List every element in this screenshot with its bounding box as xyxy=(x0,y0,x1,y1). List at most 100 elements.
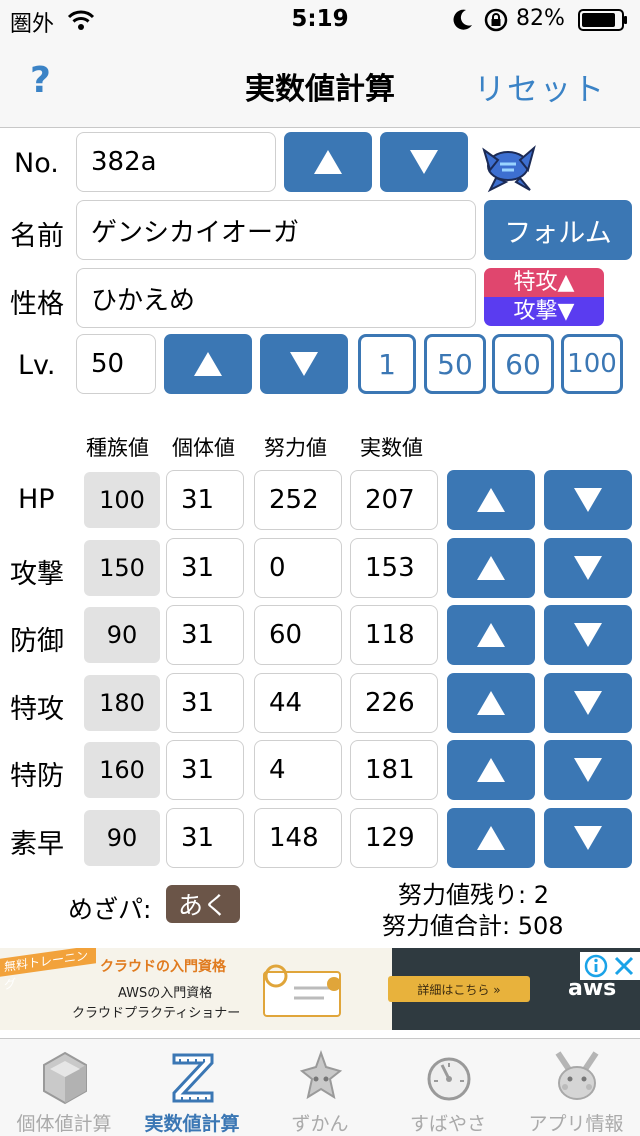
triangle-down-icon xyxy=(290,352,318,376)
hidden-power-label: めざパ: xyxy=(68,895,152,924)
stat-down-button[interactable] xyxy=(544,673,632,733)
pokedex-number-field[interactable]: 382a xyxy=(76,132,276,192)
iv-field[interactable]: 31 xyxy=(166,673,244,733)
stat-down-button[interactable] xyxy=(544,740,632,800)
ruler-z-icon xyxy=(172,1053,214,1103)
ev-field[interactable]: 0 xyxy=(254,538,342,598)
ev-total-text: 努力値合計: 508 xyxy=(382,912,564,940)
iv-field[interactable]: 31 xyxy=(166,808,244,868)
navigation-bar: ? 実数値計算 リセット xyxy=(0,40,640,128)
triangle-down-icon xyxy=(574,488,602,512)
stat-up-button[interactable] xyxy=(447,538,535,598)
tab-actual-calc[interactable]: 実数値計算 xyxy=(128,1039,256,1136)
pokedex-icon xyxy=(299,1050,343,1100)
base-stat-header: 種族値 xyxy=(86,436,149,460)
cube-icon xyxy=(43,1051,87,1105)
moon-icon xyxy=(453,9,472,30)
nature-field[interactable]: ひかえめ xyxy=(76,268,476,328)
stat-label: HP xyxy=(18,484,55,515)
ad-line-2: クラウドプラクティショナー xyxy=(72,1006,241,1021)
triangle-up-icon xyxy=(314,150,342,174)
triangle-up-icon xyxy=(477,488,505,512)
base-stat-value: 90 xyxy=(84,607,160,663)
reset-button[interactable]: リセット xyxy=(474,64,606,109)
actual-stat-field[interactable]: 181 xyxy=(350,740,438,800)
number-up-button[interactable] xyxy=(284,132,372,192)
stat-up-button[interactable] xyxy=(447,470,535,530)
certificate-icon xyxy=(263,964,341,1017)
actual-stat-field[interactable]: 129 xyxy=(350,808,438,868)
stat-label: 特攻 xyxy=(10,694,64,725)
info-icon[interactable] xyxy=(584,954,608,978)
actual-stat-header: 実数値 xyxy=(360,436,423,460)
stat-down-button[interactable] xyxy=(544,470,632,530)
tab-pokedex[interactable]: ずかん xyxy=(256,1039,384,1136)
stat-down-button[interactable] xyxy=(544,538,632,598)
ev-field[interactable]: 252 xyxy=(254,470,342,530)
tab-label: すばやさ xyxy=(409,1113,486,1135)
stat-label: 攻撃 xyxy=(10,559,64,590)
hidden-power-type-badge: あく xyxy=(166,885,240,923)
stat-up-button[interactable] xyxy=(447,740,535,800)
ad-cta-button[interactable]: 詳細はこちら » xyxy=(388,976,530,1002)
tab-app-info[interactable]: アプリ情報 xyxy=(512,1039,640,1136)
nature-down-stat: 攻撃▼ xyxy=(484,297,604,326)
battery-icon xyxy=(578,9,627,31)
pokemon-sprite-icon xyxy=(482,145,536,193)
number-down-button[interactable] xyxy=(380,132,468,192)
stat-up-button[interactable] xyxy=(447,605,535,665)
actual-stat-field[interactable]: 226 xyxy=(350,673,438,733)
iv-field[interactable]: 31 xyxy=(166,605,244,665)
ad-banner[interactable]: 無料トレーニング クラウドの入門資格 AWSの入門資格 クラウドプラクティショナ… xyxy=(0,948,640,1030)
stat-up-button[interactable] xyxy=(447,808,535,868)
actual-stat-field[interactable]: 118 xyxy=(350,605,438,665)
triangle-up-icon xyxy=(477,556,505,580)
ev-header: 努力値 xyxy=(264,436,327,460)
stat-label: 素早 xyxy=(10,829,64,860)
triangle-down-icon xyxy=(574,691,602,715)
triangle-down-icon xyxy=(574,826,602,850)
level-preset-50-button[interactable]: 50 xyxy=(424,334,486,394)
ad-left-panel: 無料トレーニング クラウドの入門資格 AWSの入門資格 クラウドプラクティショナ… xyxy=(0,948,392,1030)
form-button[interactable]: フォルム xyxy=(484,200,632,260)
level-label: Lv. xyxy=(18,350,56,381)
base-stat-value: 150 xyxy=(84,540,160,596)
ev-field[interactable]: 148 xyxy=(254,808,342,868)
tab-label: ずかん xyxy=(291,1113,349,1135)
iv-field[interactable]: 31 xyxy=(166,538,244,598)
level-field[interactable]: 50 xyxy=(76,334,156,394)
iv-field[interactable]: 31 xyxy=(166,470,244,530)
ev-field[interactable]: 44 xyxy=(254,673,342,733)
iv-header: 個体値 xyxy=(172,436,235,460)
ev-field[interactable]: 4 xyxy=(254,740,342,800)
stat-label: 防御 xyxy=(10,626,64,657)
base-stat-value: 180 xyxy=(84,675,160,731)
ev-field[interactable]: 60 xyxy=(254,605,342,665)
tab-speed[interactable]: すばやさ xyxy=(384,1039,512,1136)
level-up-button[interactable] xyxy=(164,334,252,394)
tab-label: アプリ情報 xyxy=(528,1113,624,1135)
tab-label: 個体値計算 xyxy=(16,1113,112,1135)
close-icon[interactable] xyxy=(612,954,636,978)
ev-remaining-text: 努力値残り: 2 xyxy=(398,881,549,909)
level-preset-1-button[interactable]: 1 xyxy=(358,334,416,394)
tab-label: 実数値計算 xyxy=(144,1113,240,1135)
level-preset-100-button[interactable]: 100 xyxy=(561,334,623,394)
level-down-button[interactable] xyxy=(260,334,348,394)
ad-ribbon: 無料トレーニング xyxy=(0,948,96,992)
iv-field[interactable]: 31 xyxy=(166,740,244,800)
no-label: No. xyxy=(14,148,59,179)
level-preset-60-button[interactable]: 60 xyxy=(492,334,554,394)
battery-percent: 82% xyxy=(516,6,565,31)
triangle-up-icon xyxy=(477,623,505,647)
stat-up-button[interactable] xyxy=(447,673,535,733)
tab-iv-calc[interactable]: 個体値計算 xyxy=(0,1039,128,1136)
actual-stat-field[interactable]: 207 xyxy=(350,470,438,530)
triangle-down-icon xyxy=(574,623,602,647)
triangle-up-icon xyxy=(477,691,505,715)
stat-down-button[interactable] xyxy=(544,605,632,665)
triangle-up-icon xyxy=(477,826,505,850)
name-field[interactable]: ゲンシカイオーガ xyxy=(76,200,476,260)
actual-stat-field[interactable]: 153 xyxy=(350,538,438,598)
stat-down-button[interactable] xyxy=(544,808,632,868)
